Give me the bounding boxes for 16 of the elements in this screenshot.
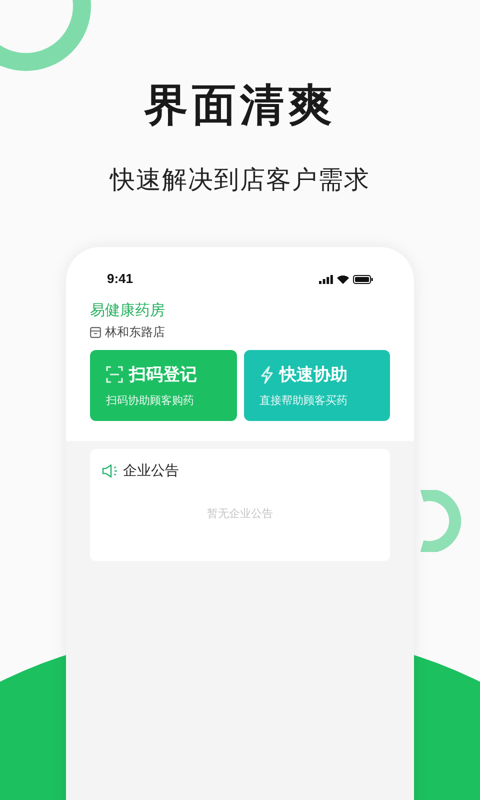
signal-icon	[319, 274, 333, 284]
wifi-icon	[337, 274, 349, 284]
quick-assist-button[interactable]: 快速协助 直接帮助顾客买药	[244, 350, 390, 421]
branch-name: 林和东路店	[105, 324, 165, 340]
battery-icon	[353, 274, 373, 284]
headline: 界面清爽	[144, 80, 336, 132]
notice-title: 企业公告	[123, 461, 179, 480]
speaker-icon	[102, 464, 118, 478]
subtitle: 快速解决到店客户需求	[110, 165, 370, 196]
scan-register-button[interactable]: 扫码登记 扫码协助顾客购药	[90, 350, 236, 421]
store-icon	[90, 326, 101, 338]
lightning-icon	[260, 366, 274, 384]
store-name: 易健康药房	[90, 301, 166, 321]
scan-icon	[106, 366, 123, 383]
empty-notice-text: 暂无企业公告	[207, 506, 273, 522]
status-time: 9:41	[107, 270, 134, 288]
